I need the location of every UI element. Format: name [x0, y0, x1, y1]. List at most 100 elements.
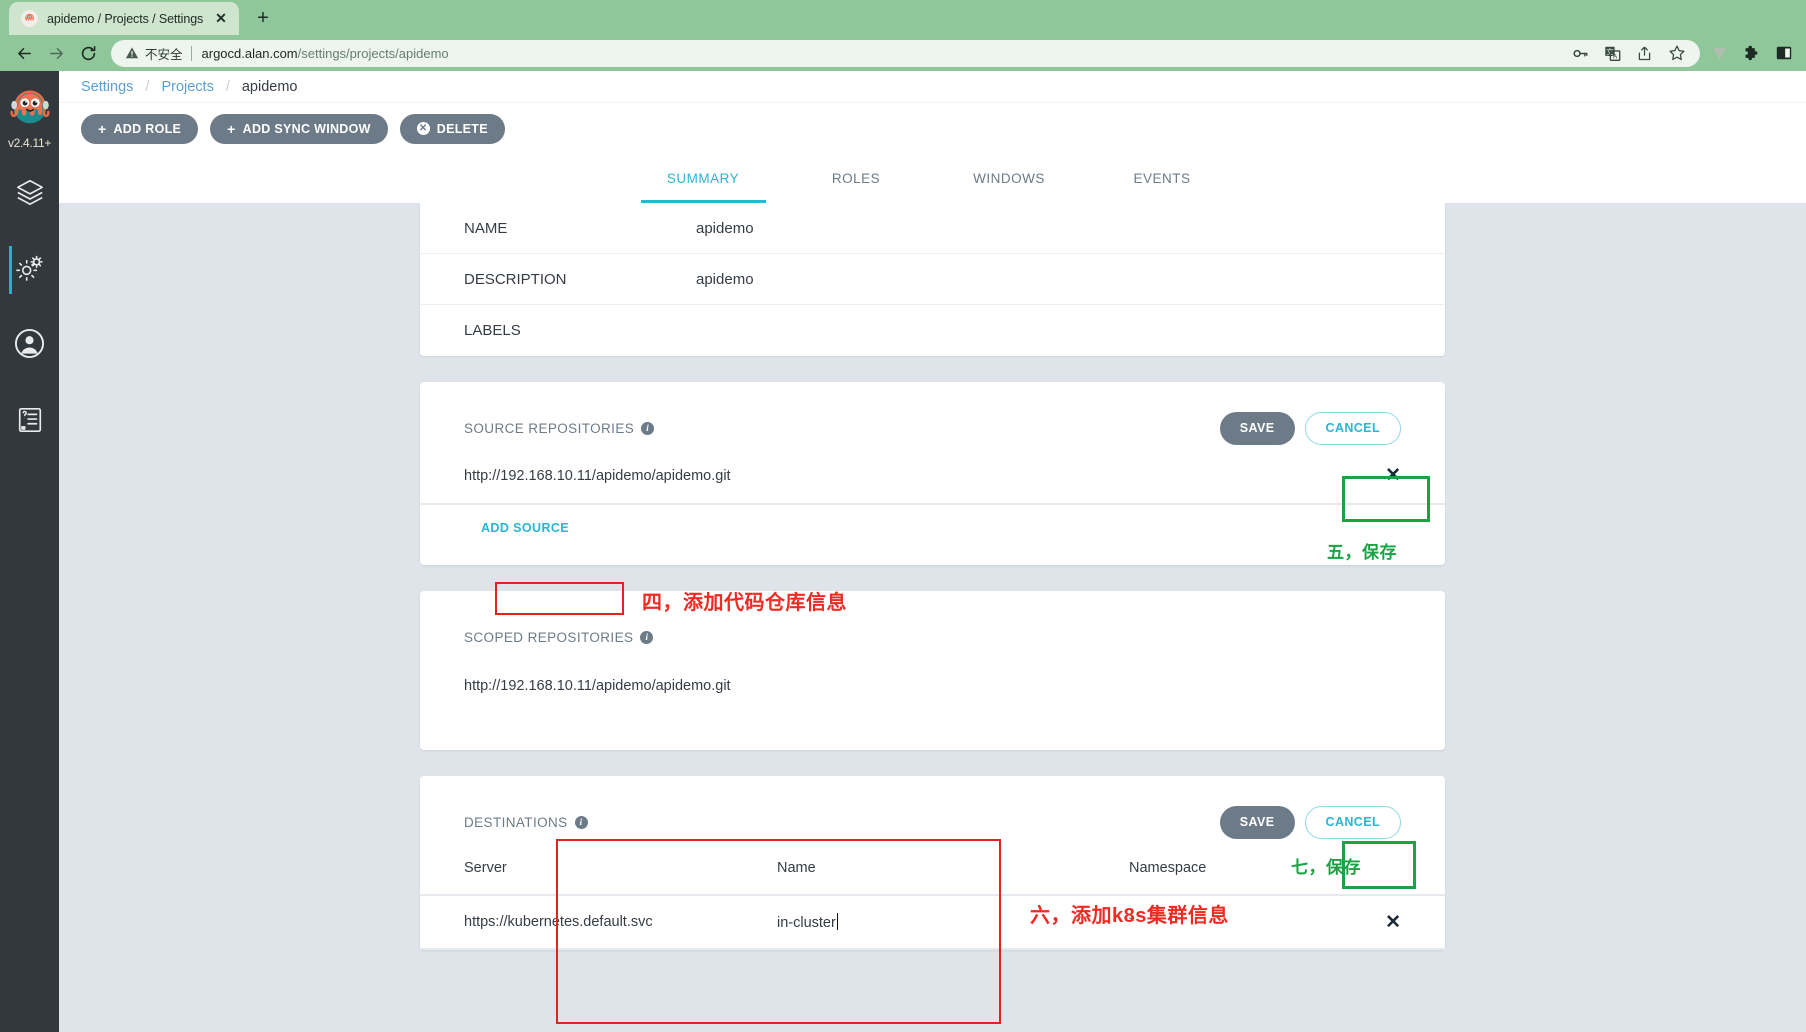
info-icon[interactable]: i [574, 815, 588, 829]
browser-toolbar: 不安全 argocd.alan.com/settings/projects/ap… [0, 35, 1806, 71]
omnibox-divider [190, 45, 192, 61]
field-value: apidemo [696, 219, 754, 237]
source-save-button[interactable]: SAVE [1219, 411, 1295, 445]
close-icon[interactable]: ✕ [1385, 466, 1401, 485]
info-icon[interactable]: i [640, 630, 654, 644]
extension-icons [1710, 44, 1797, 63]
column-header-namespace: Namespace [1129, 860, 1207, 876]
section-title: DESTINATIONS i [464, 815, 588, 830]
add-sync-window-label: ADD SYNC WINDOW [242, 121, 371, 136]
version-label: v2.4.11+ [7, 136, 52, 150]
source-repository-url[interactable]: http://192.168.10.11/apidemo/apidemo.git [464, 468, 731, 484]
address-bar[interactable]: 不安全 argocd.alan.com/settings/projects/ap… [111, 39, 1700, 67]
info-icon[interactable]: i [641, 421, 655, 435]
page-header: Settings / Projects / apidemo + ADD ROLE… [59, 71, 1806, 203]
app-sidebar: v2.4.11+ [0, 71, 59, 1032]
browser-window: apidemo / Projects / Settings - ✕ + 不安全 … [0, 0, 1806, 1032]
summary-panel: NAME apidemo DESCRIPTION apidemo LABELS [59, 203, 1806, 1016]
destinations-save-button[interactable]: SAVE [1219, 805, 1295, 839]
sidebar-item-settings[interactable] [0, 238, 59, 302]
section-title: SCOPED REPOSITORIES i [464, 630, 654, 645]
tab-roles[interactable]: ROLES [780, 154, 933, 203]
add-role-label: ADD ROLE [113, 121, 182, 136]
breadcrumb-separator: / [145, 78, 150, 95]
url-host: argocd.alan.com [201, 45, 298, 61]
reload-icon[interactable] [73, 38, 103, 68]
breadcrumb: Settings / Projects / apidemo [59, 71, 1806, 102]
project-info-card: NAME apidemo DESCRIPTION apidemo LABELS [420, 203, 1445, 356]
tab-windows[interactable]: WINDOWS [933, 154, 1086, 203]
destinations-header: DESTINATIONS i SAVE CANCEL [420, 776, 1445, 842]
source-repositories-buttons: SAVE CANCEL [1219, 411, 1401, 445]
back-arrow-icon[interactable] [9, 38, 39, 68]
breadcrumb-separator: / [225, 78, 230, 95]
browser-tab[interactable]: apidemo / Projects / Settings - ✕ [9, 2, 239, 35]
argocd-octopus-icon [21, 10, 38, 27]
table-row: https://kubernetes.default.svc in-cluste… [420, 896, 1445, 950]
address-bar-url: argocd.alan.com/settings/projects/apidem… [202, 46, 449, 61]
destinations-card: DESTINATIONS i SAVE CANCEL Server Name N… [420, 776, 1445, 950]
not-secure-label: 不安全 [145, 47, 183, 62]
scroll-area[interactable]: NAME apidemo DESCRIPTION apidemo LABELS [59, 203, 1806, 1032]
plus-icon[interactable]: + [249, 4, 277, 32]
add-source-button[interactable]: ADD SOURCE [464, 511, 586, 545]
breadcrumb-projects[interactable]: Projects [161, 79, 213, 95]
sidebar-item-applications[interactable] [0, 162, 59, 226]
gears-icon [14, 252, 46, 289]
destinations-buttons: SAVE CANCEL [1219, 805, 1401, 839]
v-extension-icon[interactable] [1710, 44, 1729, 63]
warning-triangle-icon [125, 46, 139, 60]
translate-icon[interactable]: 文 A [1603, 44, 1622, 63]
plus-icon: + [227, 120, 236, 137]
breadcrumb-current: apidemo [241, 78, 298, 95]
main-area: Settings / Projects / apidemo + ADD ROLE… [59, 71, 1806, 1032]
browser-tab-strip: apidemo / Projects / Settings - ✕ + [0, 0, 1806, 35]
action-toolbar: + ADD ROLE + ADD SYNC WINDOW ✕ DELETE [59, 102, 1806, 154]
delete-button[interactable]: ✕ DELETE [399, 113, 505, 144]
cell-name[interactable]: in-cluster [777, 913, 1012, 931]
field-value: apidemo [696, 270, 754, 288]
bookmark-star-icon[interactable] [1667, 44, 1686, 63]
section-title: SOURCE REPOSITORIES i [464, 420, 655, 436]
sidebar-item-user-info[interactable] [0, 314, 59, 378]
user-circle-icon [14, 328, 45, 364]
share-icon[interactable] [1635, 44, 1654, 63]
layers-icon [15, 177, 45, 212]
column-header-server: Server [464, 860, 507, 876]
key-icon[interactable] [1571, 44, 1590, 63]
source-repositories-card: SOURCE REPOSITORIES i SAVE CANCEL http:/… [420, 382, 1445, 565]
x-circle-icon: ✕ [416, 122, 430, 135]
cell-namespace[interactable]: * [1012, 914, 1385, 930]
cell-server[interactable]: https://kubernetes.default.svc [464, 914, 777, 930]
forward-arrow-icon[interactable] [41, 38, 71, 68]
scoped-repositories-header: SCOPED REPOSITORIES i [420, 591, 1445, 657]
add-source-row: ADD SOURCE [420, 505, 1445, 565]
cell-name-value: in-cluster [777, 915, 836, 931]
field-name: NAME apidemo [420, 203, 1445, 254]
tab-events[interactable]: EVENTS [1086, 154, 1239, 203]
puzzle-extension-icon[interactable] [1742, 44, 1761, 63]
breadcrumb-settings[interactable]: Settings [81, 79, 133, 95]
argocd-app: v2.4.11+ Settings / Projects / apidemo +… [0, 71, 1806, 1032]
book-help-icon [16, 406, 44, 439]
svg-text:A: A [1613, 53, 1618, 60]
column-header-name: Name [777, 860, 816, 876]
add-role-button[interactable]: + ADD ROLE [81, 113, 199, 144]
scoped-repository-url: http://192.168.10.11/apidemo/apidemo.git [464, 677, 731, 694]
plus-icon: + [98, 120, 107, 137]
source-cancel-button[interactable]: CANCEL [1304, 411, 1401, 445]
close-icon[interactable]: ✕ [213, 10, 229, 27]
delete-label: DELETE [436, 121, 488, 136]
page-tabs: SUMMARY ROLES WINDOWS EVENTS [59, 154, 1806, 203]
url-path: /settings/projects/apidemo [297, 45, 449, 61]
tab-summary[interactable]: SUMMARY [627, 154, 780, 203]
source-repositories-title: SOURCE REPOSITORIES [464, 420, 635, 436]
sidebar-item-documentation[interactable] [0, 390, 59, 454]
argocd-octopus-logo[interactable] [6, 85, 54, 133]
destinations-cancel-button[interactable]: CANCEL [1304, 805, 1401, 839]
close-icon[interactable]: ✕ [1385, 913, 1401, 932]
sidebar-panel-icon[interactable] [1774, 44, 1793, 63]
destinations-title: DESTINATIONS [464, 814, 568, 830]
add-sync-window-button[interactable]: + ADD SYNC WINDOW [210, 113, 388, 144]
scoped-repository-row: http://192.168.10.11/apidemo/apidemo.git [420, 657, 1445, 714]
